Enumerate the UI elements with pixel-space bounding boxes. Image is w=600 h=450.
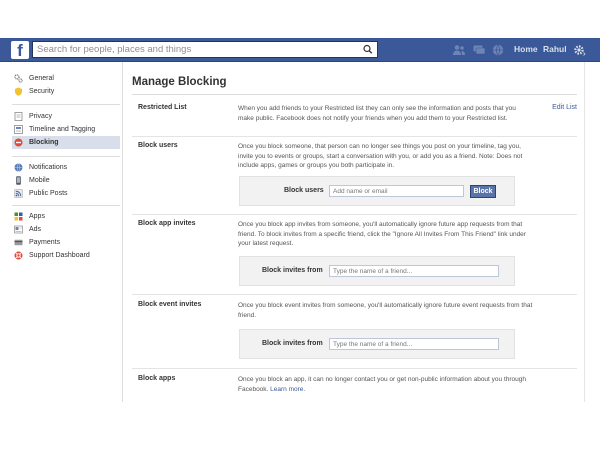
friend-requests-icon[interactable] <box>452 43 466 57</box>
sidebar-item-label: Security <box>29 88 55 95</box>
block-event-invites-form: Block invites from <box>239 329 515 359</box>
sidebar-item-general[interactable]: General <box>12 72 120 85</box>
block-app-invites-input[interactable] <box>329 265 499 277</box>
home-link[interactable]: Home <box>514 44 538 54</box>
sidebar-item-label: General <box>29 75 54 82</box>
sidebar-item-label: Notifications <box>29 164 68 171</box>
sidebar-item-label: Blocking <box>29 139 59 146</box>
block-event-invites-input[interactable] <box>329 338 499 350</box>
form-label: Block invites from <box>262 340 323 347</box>
sidebar-item-mobile[interactable]: Mobile <box>12 174 120 187</box>
section-description: When you add friends to your Restricted … <box>238 105 516 122</box>
block-icon <box>14 138 23 147</box>
rss-icon <box>14 189 23 198</box>
block-users-input[interactable] <box>329 185 464 197</box>
payments-icon <box>14 238 23 247</box>
section-divider <box>132 214 577 215</box>
title-divider <box>132 94 577 95</box>
profile-link[interactable]: Rahul <box>543 44 567 54</box>
block-app-invites-section: Block app invites Once you block app inv… <box>132 220 577 290</box>
restricted-list-section: Restricted List When you add friends to … <box>132 104 577 134</box>
manage-blocking-panel: Manage Blocking Restricted List When you… <box>122 62 585 402</box>
timeline-icon <box>14 125 23 134</box>
section-description: Once you block someone, that person can … <box>238 143 523 169</box>
block-button[interactable]: Block <box>470 185 496 198</box>
search-icon[interactable] <box>359 42 377 57</box>
sidebar-item-label: Mobile <box>29 177 50 184</box>
sidebar-item-blocking[interactable]: Blocking <box>12 136 120 149</box>
gear-icon <box>14 74 23 83</box>
page-title: Manage Blocking <box>132 76 227 88</box>
sidebar-item-label: Support Dashboard <box>29 252 90 259</box>
sidebar-item-label: Ads <box>29 226 42 233</box>
section-label: Block apps <box>138 375 176 382</box>
top-navigation-bar: f Home Rahul <box>0 38 600 62</box>
block-users-form: Block users Block <box>239 176 515 206</box>
search-box <box>32 41 378 58</box>
sidebar-item-payments[interactable]: Payments <box>12 236 120 249</box>
shield-icon <box>14 87 23 96</box>
messages-icon[interactable] <box>472 43 486 57</box>
section-divider <box>132 368 577 369</box>
edit-list-link[interactable]: Edit List <box>552 104 577 111</box>
facebook-logo[interactable]: f <box>11 41 29 60</box>
block-event-invites-section: Block event invites Once you block event… <box>132 301 577 367</box>
section-label: Block users <box>138 142 178 149</box>
support-icon <box>14 251 23 260</box>
sidebar-item-security[interactable]: Security <box>12 85 120 98</box>
section-description: Once you block an app, it can no longer … <box>238 375 533 394</box>
search-input[interactable] <box>33 42 353 57</box>
sidebar-item-support-dashboard[interactable]: Support Dashboard <box>12 249 120 262</box>
section-label: Block event invites <box>138 301 202 308</box>
block-users-section: Block users Once you block someone, that… <box>132 142 577 212</box>
block-apps-section: Block apps Once you block an app, it can… <box>132 375 577 399</box>
sidebar-item-notifications[interactable]: Notifications <box>12 161 120 174</box>
sidebar-divider <box>12 104 120 105</box>
globe-icon <box>14 163 23 172</box>
form-label: Block users <box>284 187 324 194</box>
settings-gear-icon[interactable] <box>572 43 586 57</box>
notifications-icon[interactable] <box>491 43 505 57</box>
section-divider <box>132 136 577 137</box>
sidebar-item-label: Timeline and Tagging <box>29 126 96 133</box>
section-description: Once you block app invites from someone,… <box>238 221 526 247</box>
sidebar-item-label: Privacy <box>29 113 52 120</box>
ads-icon <box>14 225 23 234</box>
sidebar-divider <box>12 156 120 157</box>
sidebar-item-timeline-and-tagging[interactable]: Timeline and Tagging <box>12 123 120 136</box>
block-app-invites-form: Block invites from <box>239 256 515 286</box>
learn-more-link[interactable]: Learn more. <box>270 386 305 393</box>
section-label: Restricted List <box>138 104 187 111</box>
sidebar-item-label: Public Posts <box>29 190 68 197</box>
section-divider <box>132 294 577 295</box>
mobile-icon <box>14 176 23 185</box>
form-label: Block invites from <box>262 267 323 274</box>
sidebar-item-apps[interactable]: Apps <box>12 210 120 223</box>
sidebar-item-ads[interactable]: Ads <box>12 223 120 236</box>
sidebar-item-label: Payments <box>29 239 61 246</box>
settings-sidebar: General Security Privacy Timeline and Ta… <box>0 62 122 402</box>
sidebar-item-privacy[interactable]: Privacy <box>12 110 120 123</box>
section-description: Once you block event invites from someon… <box>238 302 533 319</box>
privacy-icon <box>14 112 23 121</box>
section-label: Block app invites <box>138 220 196 227</box>
apps-icon <box>14 212 23 221</box>
sidebar-item-public-posts[interactable]: Public Posts <box>12 187 120 200</box>
sidebar-item-label: Apps <box>29 213 45 220</box>
sidebar-divider <box>12 205 120 206</box>
